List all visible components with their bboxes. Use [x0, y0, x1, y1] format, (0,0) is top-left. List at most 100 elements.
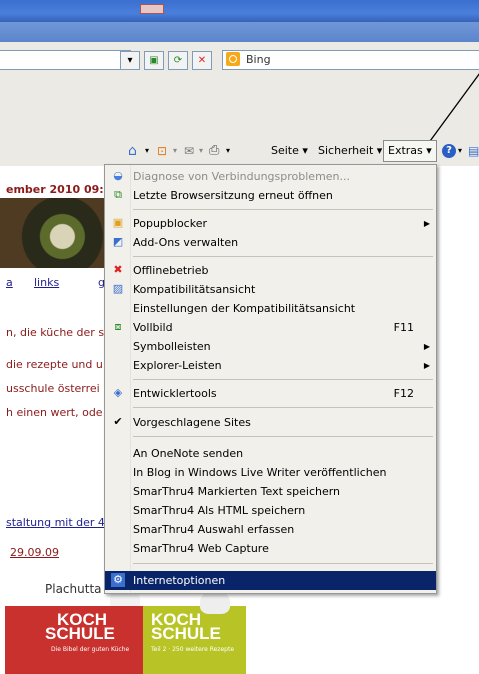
compatibility-icon: ▨	[112, 282, 124, 295]
offline-icon: ✖	[113, 263, 123, 276]
feeds-icon[interactable]: ⊡	[157, 140, 167, 162]
menu-item-internet-options[interactable]: ⚙ Internetoptionen	[105, 571, 436, 590]
chevron-down-icon: ▾	[302, 144, 308, 157]
menu-item-smarthru-save-text[interactable]: SmarThru4 Markierten Text speichern	[105, 482, 436, 501]
tab-stub[interactable]	[140, 4, 164, 14]
developer-tools-icon: ◈	[113, 386, 123, 399]
menu-separator	[133, 563, 433, 564]
book-left-title-2: SCHULE	[45, 624, 115, 643]
address-dropdown-button[interactable]: ▾	[120, 51, 140, 70]
extras-dropdown-menu: ◒ Diagnose von Verbindungsproblemen... ⧉…	[104, 164, 437, 594]
chevron-down-icon: ▾	[426, 144, 432, 157]
menu-item-label: SmarThru4 Auswahl erfassen	[133, 523, 295, 536]
mail-icon[interactable]: ✉	[184, 140, 194, 162]
menu-item-label: Diagnose von Verbindungsproblemen...	[133, 170, 351, 183]
chevron-down-icon: ▾	[376, 144, 383, 157]
menu-item-developer-tools[interactable]: ◈ Entwicklertools F12	[105, 384, 436, 403]
menu-separator	[133, 436, 433, 437]
bing-icon	[226, 52, 240, 66]
menu-item-label: SmarThru4 Web Capture	[133, 542, 269, 555]
extras-menu-label: Extras	[388, 144, 423, 157]
menu-item-label: Vorgeschlagene Sites	[133, 416, 251, 429]
menu-item-label: Einstellungen der Kompatibilitätsansicht	[133, 302, 356, 315]
text-line: usschule österrei	[6, 382, 100, 395]
print-dropdown-icon[interactable]: ▾	[226, 140, 230, 162]
addons-icon: ◩	[112, 235, 124, 248]
submenu-arrow-icon: ▶	[423, 342, 430, 351]
fullscreen-icon: ⧈	[114, 320, 122, 333]
menu-item-toolbars[interactable]: Symbolleisten ▶	[105, 337, 436, 356]
menu-item-label: Symbolleisten	[133, 340, 211, 353]
extras-menu-button[interactable]: Extras ▾	[383, 140, 437, 162]
menu-item-compatibility[interactable]: ▨ Kompatibilitätsansicht	[105, 280, 436, 299]
checkmark-icon: ✔	[113, 415, 123, 428]
menu-item-smarthru-save-html[interactable]: SmarThru4 Als HTML speichern	[105, 501, 436, 520]
home-icon[interactable]: ⌂	[128, 140, 137, 162]
event-link[interactable]: staltung mit der 4	[6, 516, 105, 529]
text-line: h einen wert, ode	[6, 406, 103, 419]
menu-item-label: Add-Ons verwalten	[133, 236, 239, 249]
menu-item-fullscreen[interactable]: ⧈ Vollbild F11	[105, 318, 436, 337]
security-menu-label: Sicherheit	[318, 144, 374, 157]
feeds-dropdown-icon[interactable]: ▾	[173, 140, 177, 162]
help-icon[interactable]: ?	[442, 144, 456, 158]
refresh-button[interactable]: ⟳	[168, 51, 188, 70]
popup-blocker-icon: ▣	[112, 216, 124, 229]
menu-item-smarthru-web-capture[interactable]: SmarThru4 Web Capture	[105, 539, 436, 558]
book-cover-left[interactable]: KOCH SCHULE Die Bibel der guten Küche	[5, 606, 143, 674]
book-cover-right[interactable]: KOCH SCHULE Teil 2 · 250 weitere Rezepte	[143, 606, 246, 674]
network-diagnose-icon: ◒	[113, 169, 123, 182]
menu-item-label: Vollbild	[133, 321, 173, 334]
menu-separator	[133, 379, 433, 380]
shortcut-label: F12	[393, 387, 414, 400]
page-link-links[interactable]: links	[34, 276, 59, 289]
research-icon[interactable]: ▤	[468, 140, 479, 162]
menu-item-label: Entwicklertools	[133, 387, 217, 400]
menu-item-label: SmarThru4 Als HTML speichern	[133, 504, 306, 517]
book-brand: Plachutta	[45, 582, 102, 596]
menu-item-label: In Blog in Windows Live Writer veröffent…	[133, 466, 387, 479]
internet-options-icon: ⚙	[111, 573, 125, 587]
page-link[interactable]: a	[6, 276, 13, 289]
menu-item-label: Internetoptionen	[133, 574, 226, 587]
menu-item-label: Letzte Browsersitzung erneut öffnen	[133, 189, 333, 202]
mail-dropdown-icon[interactable]: ▾	[199, 140, 203, 162]
text-line: n, die küche der s	[6, 326, 105, 339]
book-left-subtitle: Die Bibel der guten Küche	[51, 646, 130, 653]
menu-item-label: Popupblocker	[133, 217, 207, 230]
menu-item-label: Kompatibilitätsansicht	[133, 283, 256, 296]
security-menu-button[interactable]: Sicherheit ▾	[318, 140, 382, 162]
toolbar-band	[0, 22, 479, 42]
menu-item-popup-blocker[interactable]: ▣ Popupblocker ▶	[105, 214, 436, 233]
menu-item-label: SmarThru4 Markierten Text speichern	[133, 485, 341, 498]
menu-item-onenote[interactable]: An OneNote senden	[105, 444, 436, 463]
menu-item-label: An OneNote senden	[133, 447, 244, 460]
menu-item-offline[interactable]: ✖ Offlinebetrieb	[105, 261, 436, 280]
menu-item-label: Offlinebetrieb	[133, 264, 209, 277]
reopen-session-icon: ⧉	[114, 188, 122, 201]
menu-separator	[133, 407, 433, 408]
shortcut-label: F11	[393, 321, 414, 334]
menu-item-label: Explorer-Leisten	[133, 359, 222, 372]
event-date-link[interactable]: 29.09.09	[10, 546, 59, 559]
menu-item-live-writer[interactable]: In Blog in Windows Live Writer veröffent…	[105, 463, 436, 482]
home-dropdown-icon[interactable]: ▾	[145, 140, 149, 162]
menu-item-reopen-session[interactable]: ⧉ Letzte Browsersitzung erneut öffnen	[105, 186, 436, 205]
print-icon[interactable]: ⎙	[209, 140, 219, 162]
stop-button[interactable]: ✕	[192, 51, 212, 70]
menu-item-addons[interactable]: ◩ Add-Ons verwalten	[105, 233, 436, 252]
menu-item-smarthru-capture-selection[interactable]: SmarThru4 Auswahl erfassen	[105, 520, 436, 539]
submenu-arrow-icon: ▶	[423, 219, 430, 228]
page-menu-button[interactable]: Seite ▾	[271, 140, 308, 162]
book-right-title-2: SCHULE	[151, 624, 221, 643]
menu-separator	[133, 256, 433, 257]
menu-item-compatibility-settings[interactable]: Einstellungen der Kompatibilitätsansicht	[105, 299, 436, 318]
menu-item-explorer-bars[interactable]: Explorer-Leisten ▶	[105, 356, 436, 375]
submenu-arrow-icon: ▶	[423, 361, 430, 370]
menu-item-diagnose: ◒ Diagnose von Verbindungsproblemen...	[105, 167, 436, 186]
address-input[interactable]	[0, 50, 131, 70]
menu-item-suggested-sites[interactable]: ✔ Vorgeschlagene Sites	[105, 413, 436, 432]
menu-separator	[133, 209, 433, 210]
compatibility-view-button[interactable]: ▣	[144, 51, 164, 70]
help-dropdown-icon[interactable]: ▾	[458, 140, 462, 162]
